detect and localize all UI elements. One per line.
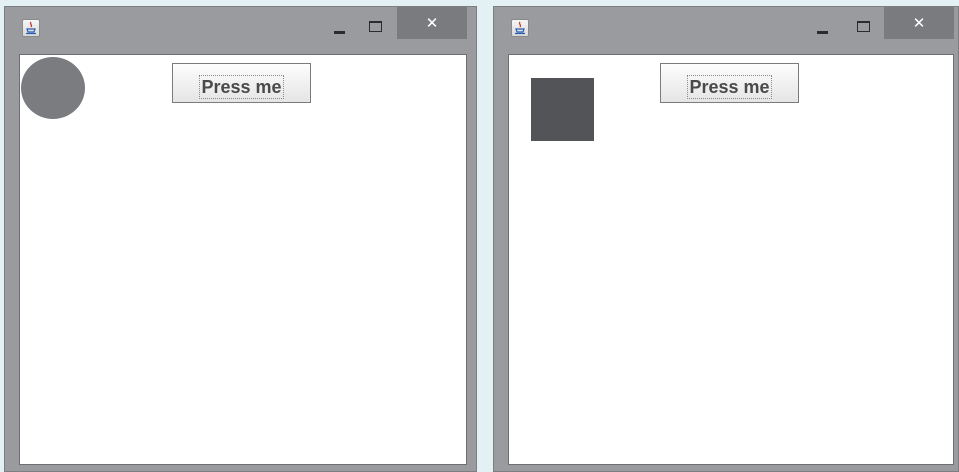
close-button[interactable]: ✕ bbox=[397, 7, 467, 39]
java-coffee-icon[interactable] bbox=[22, 19, 40, 37]
maximize-button[interactable] bbox=[849, 15, 879, 41]
press-me-label: Press me bbox=[687, 75, 772, 99]
gray-circle-shape bbox=[21, 57, 85, 119]
maximize-button[interactable] bbox=[361, 15, 391, 41]
content-panel: Press me bbox=[508, 54, 954, 465]
minimize-button[interactable] bbox=[808, 15, 838, 41]
content-panel: Press me bbox=[19, 54, 467, 465]
window-right: ✕ Press me bbox=[493, 6, 959, 472]
minimize-button[interactable] bbox=[325, 15, 355, 41]
title-bar[interactable]: ✕ bbox=[494, 7, 958, 53]
press-me-button[interactable]: Press me bbox=[660, 63, 799, 103]
window-left: ✕ Press me bbox=[4, 6, 477, 472]
press-me-button[interactable]: Press me bbox=[172, 63, 311, 103]
java-coffee-icon[interactable] bbox=[511, 19, 529, 37]
dark-square-shape bbox=[531, 78, 594, 141]
close-button[interactable]: ✕ bbox=[884, 7, 954, 39]
press-me-label: Press me bbox=[199, 75, 284, 99]
title-bar[interactable]: ✕ bbox=[5, 7, 476, 53]
close-icon: ✕ bbox=[912, 14, 926, 32]
close-icon: ✕ bbox=[425, 14, 439, 32]
